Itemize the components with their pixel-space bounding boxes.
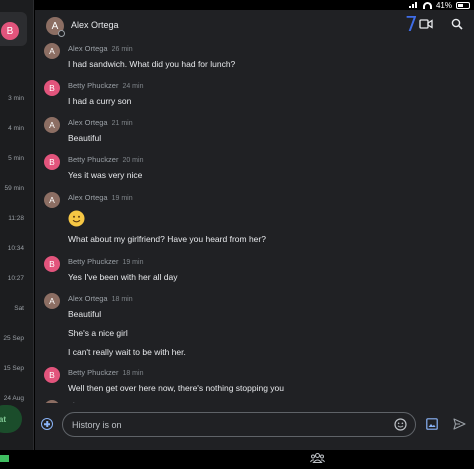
sender-name: Alex Ortega bbox=[68, 294, 108, 303]
chat-tab-indicator[interactable] bbox=[0, 455, 9, 462]
image-icon[interactable] bbox=[426, 418, 438, 430]
avatar[interactable]: B bbox=[44, 256, 60, 272]
message-meta: Alex Ortega 18 min bbox=[68, 294, 133, 303]
message-text: I can't really wait to be with her. bbox=[68, 347, 186, 357]
sender-name: Betty Phuckzer bbox=[68, 257, 119, 266]
avatar[interactable]: A bbox=[44, 192, 60, 208]
conversation-time[interactable]: 24 Aug bbox=[4, 395, 24, 402]
avatar[interactable]: B bbox=[44, 367, 60, 383]
message-text: What about my girlfriend? Have you heard… bbox=[68, 234, 266, 244]
message-meta: Alex Ortega 21 min bbox=[68, 118, 133, 127]
conversation-list-pane: B 3 min 4 min 5 min 59 min 11:28 10:34 10:27 Sa… bbox=[0, 0, 34, 450]
message-text: Well then get over here now, there's not… bbox=[68, 383, 284, 393]
conversation-time[interactable]: 4 min bbox=[8, 125, 24, 132]
message-timestamp: 20 min bbox=[122, 157, 144, 164]
message-text: She's a nice girl bbox=[68, 328, 128, 338]
conversation-time[interactable]: 10:27 bbox=[8, 275, 24, 282]
conversation-time[interactable]: 11:28 bbox=[8, 215, 24, 222]
sender-name: Alex Ortega bbox=[68, 193, 108, 202]
video-call-icon[interactable] bbox=[419, 17, 433, 31]
avatar[interactable]: A bbox=[44, 293, 60, 309]
message-timestamp: 18 min bbox=[111, 296, 133, 303]
conversation-time[interactable]: Sat bbox=[14, 305, 24, 312]
sender-name: Betty Phuckzer bbox=[68, 155, 119, 164]
message-meta: Betty Phuckzer 20 min bbox=[68, 155, 143, 164]
message-meta: Betty Phuckzer 18 min bbox=[68, 368, 143, 377]
add-icon[interactable] bbox=[41, 418, 53, 430]
presence-status-icon bbox=[58, 30, 65, 37]
conversation-avatar[interactable]: B bbox=[1, 22, 19, 40]
status-bar: 41% bbox=[0, 0, 474, 10]
avatar[interactable]: A bbox=[44, 117, 60, 133]
people-icon[interactable] bbox=[310, 452, 325, 464]
battery-percent: 41% bbox=[435, 0, 452, 10]
message-text: I had sandwich. What did you had for lun… bbox=[68, 59, 236, 69]
conversation-time[interactable]: 59 min bbox=[4, 185, 24, 192]
message-text: Beautiful bbox=[68, 309, 102, 319]
message-meta: Betty Phuckzer 24 min bbox=[68, 81, 143, 90]
search-icon[interactable] bbox=[450, 17, 464, 31]
signal-icon bbox=[408, 2, 419, 8]
emoji-icon[interactable] bbox=[394, 418, 407, 431]
message-meta: Alex Ortega 26 min bbox=[68, 44, 133, 53]
sender-name: Betty Phuckzer bbox=[68, 81, 119, 90]
conversation-time[interactable]: 15 Sep bbox=[3, 365, 24, 372]
message-meta: Betty Phuckzer 19 min bbox=[68, 257, 143, 266]
sender-name: Betty Phuckzer bbox=[68, 368, 119, 377]
message-input-container[interactable] bbox=[62, 412, 416, 437]
message-timestamp: 24 min bbox=[122, 83, 144, 90]
message-text: Yes I've been with her all day bbox=[68, 272, 178, 282]
message-timestamp: 21 min bbox=[111, 120, 133, 127]
battery-icon bbox=[456, 1, 470, 9]
new-chat-label: at bbox=[0, 414, 6, 424]
conversation-time[interactable]: 10:34 bbox=[8, 245, 24, 252]
message-text: Beautiful bbox=[68, 133, 102, 143]
message-meta: Alex Ortega 19 min bbox=[68, 193, 133, 202]
avatar[interactable]: B bbox=[44, 154, 60, 170]
smiley-emoji-icon bbox=[68, 210, 85, 227]
sender-name: Alex Ortega bbox=[68, 118, 108, 127]
message-thread[interactable]: A Alex Ortega 26 min I had sandwich. What d… bbox=[35, 40, 474, 403]
conversation-time[interactable]: 3 min bbox=[8, 95, 24, 102]
wifi-icon bbox=[422, 1, 432, 9]
conversation-time[interactable]: 25 Sep bbox=[3, 335, 24, 342]
chat-header: A Alex Ortega 7 bbox=[35, 10, 474, 40]
avatar[interactable]: A bbox=[44, 43, 60, 59]
message-timestamp: 18 min bbox=[122, 370, 144, 377]
avatar[interactable]: B bbox=[44, 80, 60, 96]
message-composer bbox=[35, 403, 474, 450]
sender-name: Alex Ortega bbox=[68, 44, 108, 53]
bottom-navigation bbox=[0, 450, 474, 469]
handwritten-annotation: 7 bbox=[405, 12, 418, 36]
message-timestamp: 19 min bbox=[111, 195, 133, 202]
chat-title[interactable]: Alex Ortega bbox=[71, 20, 119, 30]
message-timestamp: 19 min bbox=[122, 259, 144, 266]
new-chat-button[interactable]: at bbox=[0, 405, 22, 433]
send-icon[interactable] bbox=[453, 418, 466, 430]
message-text: I had a curry son bbox=[68, 96, 132, 106]
conversation-time[interactable]: 5 min bbox=[8, 155, 24, 162]
message-text: Yes it was very nice bbox=[68, 170, 143, 180]
message-timestamp: 26 min bbox=[111, 46, 133, 53]
message-input[interactable] bbox=[72, 417, 372, 433]
header-actions bbox=[419, 17, 464, 31]
status-icons: 41% bbox=[408, 0, 470, 10]
